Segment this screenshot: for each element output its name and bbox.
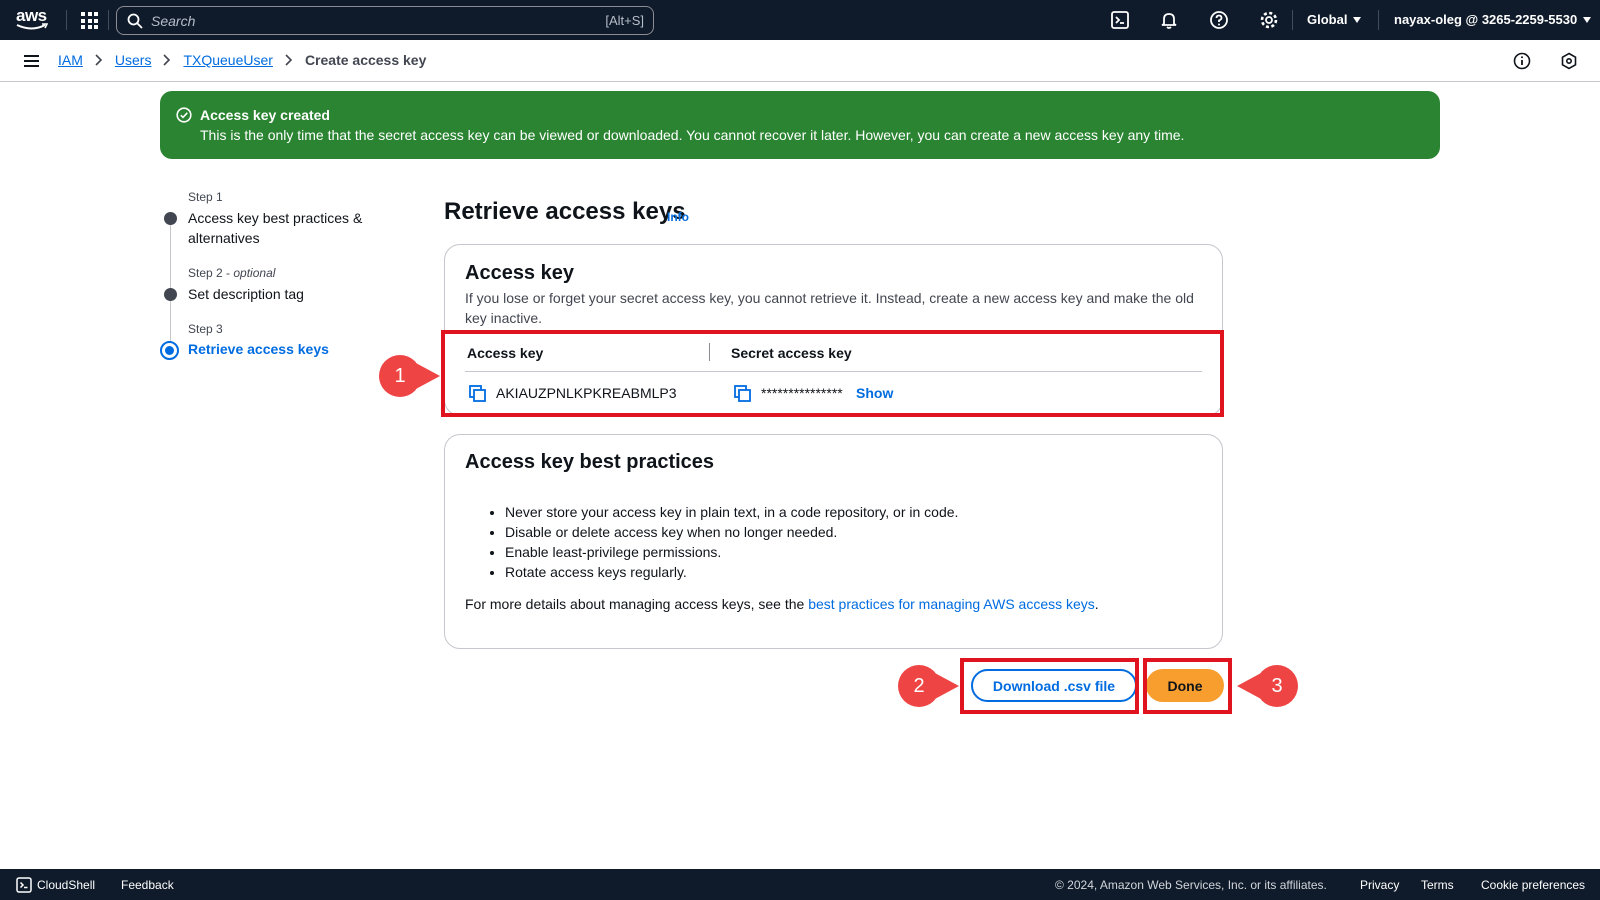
search-input[interactable] bbox=[151, 11, 571, 31]
search-shortcut-hint: [Alt+S] bbox=[605, 13, 644, 28]
footer-privacy-link[interactable]: Privacy bbox=[1360, 878, 1399, 892]
access-key-description: If you lose or forget your secret access… bbox=[465, 290, 1194, 326]
breadcrumb: IAM Users TXQueueUser Create access key bbox=[58, 52, 426, 68]
callout-number-1: 1 bbox=[394, 365, 406, 387]
highlight-box-1 bbox=[441, 330, 1224, 417]
top-navigation: aws [Alt+S] Global nayax-oleg @ 3265-225… bbox=[0, 0, 1600, 40]
best-practices-link[interactable]: best practices for managing AWS access k… bbox=[808, 596, 1095, 612]
access-key-heading: Access key bbox=[465, 262, 574, 284]
breadcrumb-user[interactable]: TXQueueUser bbox=[183, 52, 272, 68]
footer-feedback-link[interactable]: Feedback bbox=[121, 878, 174, 892]
step-2-label-text: Step 2 bbox=[188, 266, 223, 280]
flash-message: This is the only time that the secret ac… bbox=[200, 127, 1185, 143]
chevron-right-icon bbox=[95, 54, 103, 66]
step-3-text: Retrieve access keys bbox=[188, 341, 329, 357]
breadcrumb-bar: IAM Users TXQueueUser Create access key bbox=[0, 40, 1600, 82]
list-item: Enable least-privilege permissions. bbox=[505, 542, 958, 562]
nav-divider bbox=[66, 10, 67, 30]
callout-number-3: 3 bbox=[1271, 675, 1283, 697]
page-title: Retrieve access keys bbox=[444, 198, 686, 225]
breadcrumb-iam[interactable]: IAM bbox=[58, 52, 83, 68]
step-2-text[interactable]: Set description tag bbox=[188, 284, 304, 304]
callout-marker-1: 1 bbox=[378, 354, 440, 398]
step-2-dot bbox=[164, 288, 177, 301]
footer-cookie-preferences-link[interactable]: Cookie preferences bbox=[1481, 878, 1585, 892]
hexagon-settings-icon[interactable] bbox=[1560, 52, 1578, 70]
step-1-label: Step 1 bbox=[188, 190, 223, 204]
aws-logo-text: aws bbox=[16, 6, 47, 25]
notifications-bell-icon[interactable] bbox=[1159, 10, 1179, 30]
list-item: Disable or delete access key when no lon… bbox=[505, 522, 958, 542]
aws-smile-icon bbox=[16, 23, 48, 30]
search-box[interactable]: [Alt+S] bbox=[116, 6, 654, 35]
step-3-current-indicator bbox=[160, 341, 179, 360]
footer-terms-link[interactable]: Terms bbox=[1421, 878, 1454, 892]
list-item: Never store your access key in plain tex… bbox=[505, 502, 958, 522]
region-selector[interactable]: Global bbox=[1307, 12, 1362, 27]
chevron-down-icon bbox=[1353, 16, 1362, 23]
step-1-dot bbox=[164, 212, 177, 225]
list-item: Rotate access keys regularly. bbox=[505, 562, 958, 582]
callout-number-2: 2 bbox=[913, 675, 925, 697]
best-practices-heading: Access key best practices bbox=[465, 451, 715, 473]
settings-gear-icon[interactable] bbox=[1259, 10, 1279, 30]
footer-copyright: © 2024, Amazon Web Services, Inc. or its… bbox=[1055, 878, 1327, 892]
highlight-box-3 bbox=[1143, 658, 1232, 714]
step-2-optional: optional bbox=[233, 266, 276, 280]
info-panel-icon[interactable] bbox=[1513, 52, 1531, 70]
step-3-label: Step 3 bbox=[188, 322, 223, 336]
callout-marker-3: 3 bbox=[1237, 664, 1298, 708]
step-1-text[interactable]: Access key best practices & bbox=[188, 208, 362, 228]
nav-divider bbox=[1292, 10, 1293, 30]
footer: CloudShell Feedback © 2024, Amazon Web S… bbox=[0, 869, 1600, 900]
breadcrumb-current: Create access key bbox=[304, 52, 427, 68]
menu-hamburger-icon[interactable] bbox=[24, 55, 39, 67]
more-details-text: For more details about managing access k… bbox=[465, 596, 1099, 612]
best-practices-container: Access key best practices Never store yo… bbox=[444, 434, 1223, 649]
steps-rail bbox=[170, 219, 171, 346]
success-flash-banner: Access key created This is the only time… bbox=[160, 91, 1440, 159]
info-link[interactable]: Info bbox=[667, 210, 689, 224]
services-menu-icon[interactable] bbox=[81, 12, 98, 29]
footer-cloudshell-link[interactable]: CloudShell bbox=[37, 878, 95, 892]
highlight-box-2 bbox=[960, 658, 1139, 714]
aws-logo[interactable]: aws bbox=[16, 7, 50, 33]
cloudshell-icon bbox=[16, 877, 32, 893]
chevron-right-icon bbox=[163, 54, 171, 66]
callout-marker-2: 2 bbox=[897, 664, 959, 708]
account-label: nayax-oleg @ 3265-2259-5530 bbox=[1394, 12, 1578, 27]
nav-divider bbox=[108, 10, 109, 30]
nav-divider bbox=[1378, 10, 1379, 30]
chevron-right-icon bbox=[285, 54, 293, 66]
region-label: Global bbox=[1307, 12, 1348, 27]
help-icon[interactable] bbox=[1209, 10, 1229, 30]
cloudshell-icon[interactable] bbox=[1110, 10, 1130, 30]
step-2-label: Step 2 - optional bbox=[188, 266, 276, 280]
success-check-icon bbox=[176, 107, 192, 123]
more-details-suffix: . bbox=[1094, 596, 1099, 612]
best-practices-list: Never store your access key in plain tex… bbox=[505, 502, 958, 582]
breadcrumb-users[interactable]: Users bbox=[115, 52, 152, 68]
account-menu[interactable]: nayax-oleg @ 3265-2259-5530 bbox=[1394, 12, 1592, 27]
flash-title: Access key created bbox=[200, 107, 330, 123]
more-details-prefix: For more details about managing access k… bbox=[465, 596, 809, 612]
chevron-down-icon bbox=[1583, 16, 1592, 23]
step-1-text-line2[interactable]: alternatives bbox=[188, 228, 260, 248]
search-icon bbox=[127, 13, 143, 29]
